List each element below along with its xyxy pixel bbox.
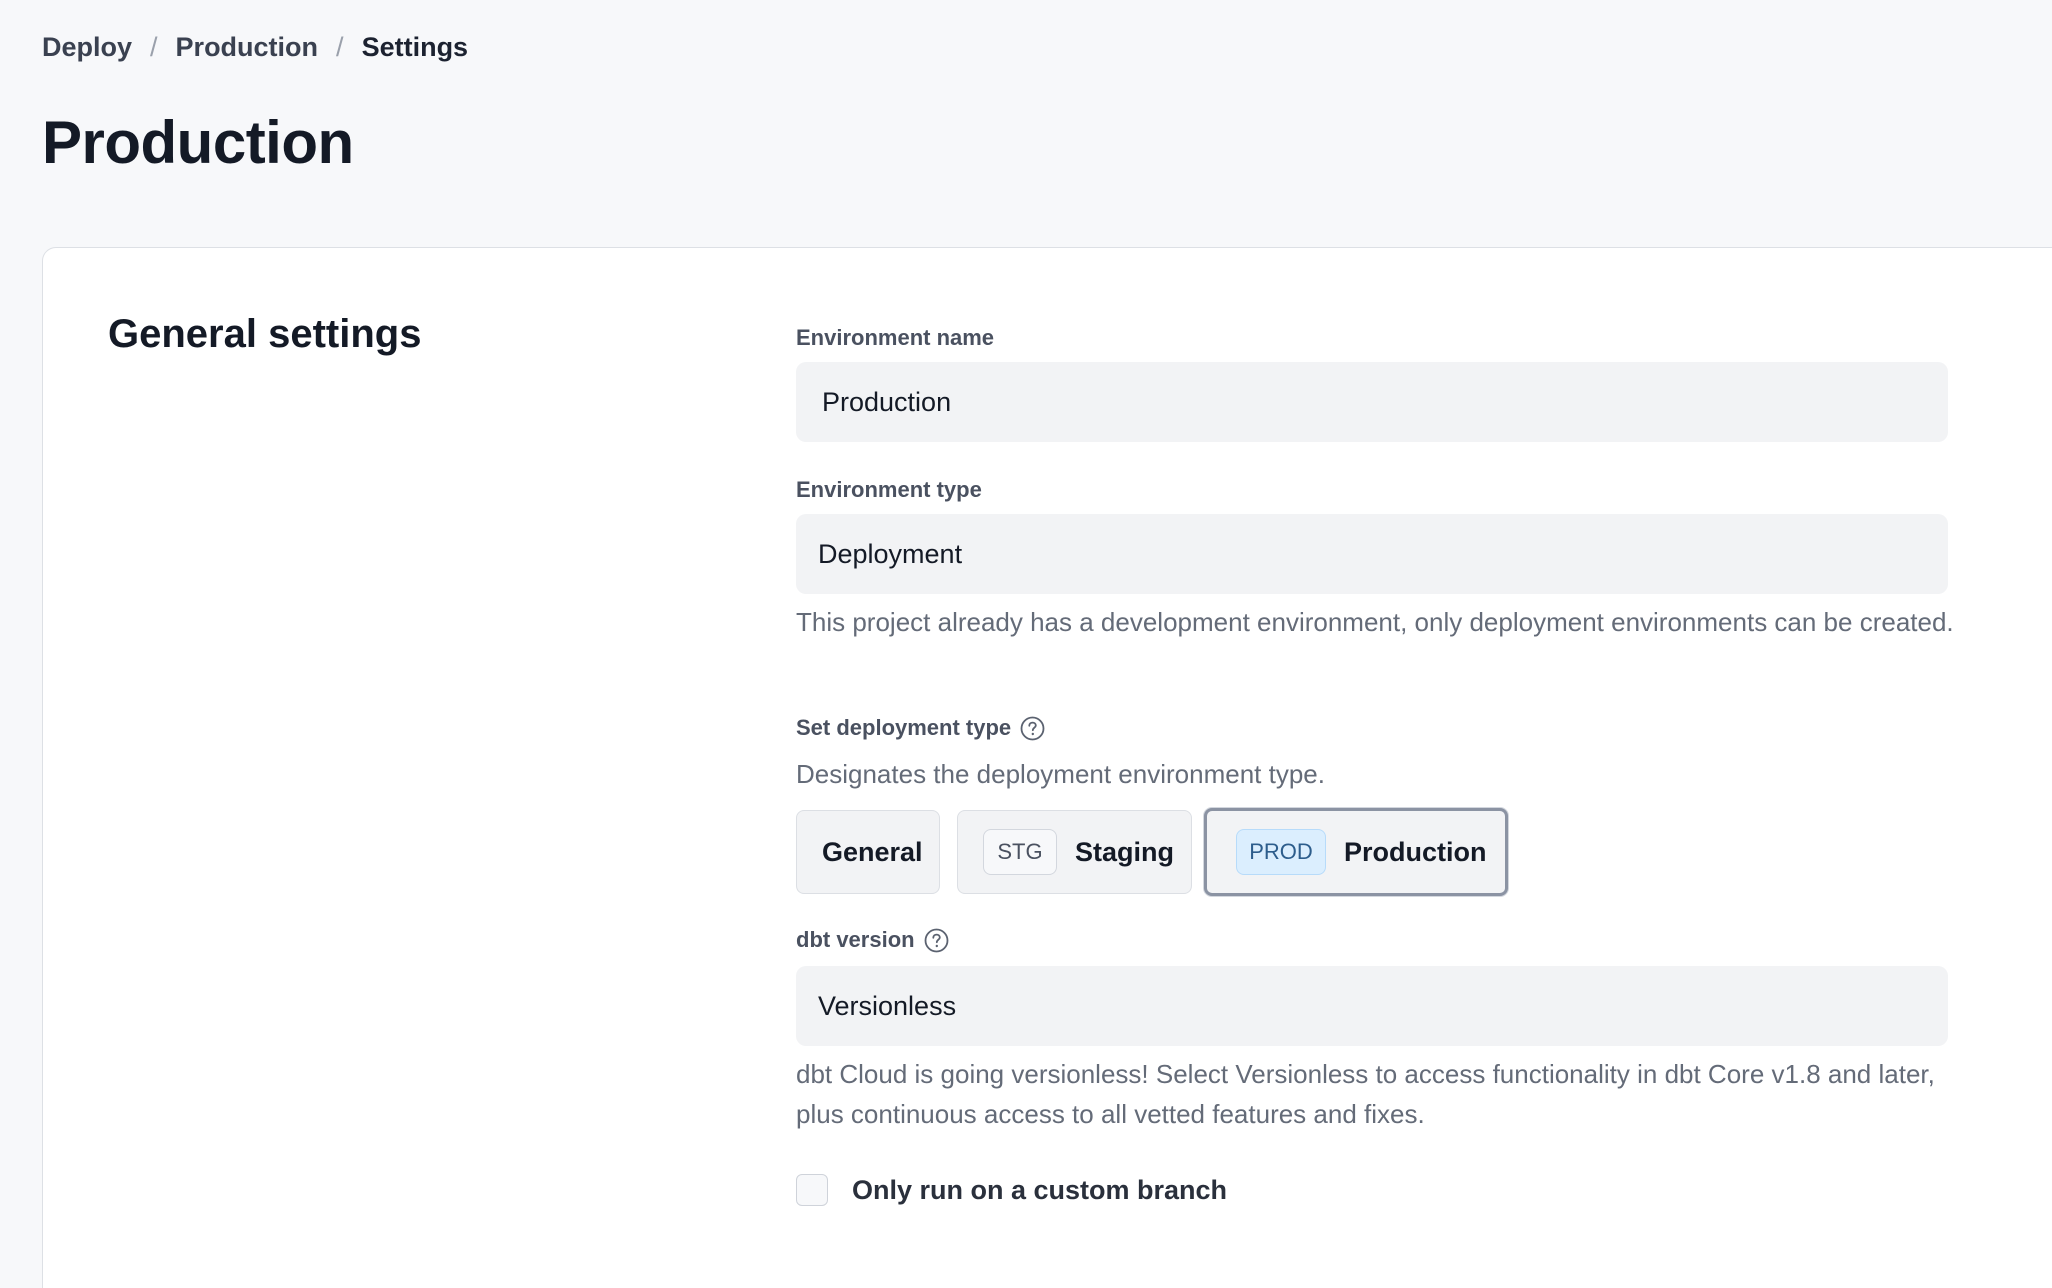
custom-branch-label[interactable]: Only run on a custom branch [852,1174,1227,1206]
staging-badge: STG [983,829,1057,875]
custom-branch-checkbox[interactable] [796,1174,828,1206]
deployment-type-production-button[interactable]: PROD Production [1204,808,1508,896]
page: Deploy / Production / Settings Productio… [0,0,2052,1288]
breadcrumb-settings: Settings [361,32,469,62]
deployment-type-helper: Designates the deployment environment ty… [796,759,1325,789]
section-title: General settings [108,312,422,356]
breadcrumb-separator: / [336,32,344,62]
dbt-version-value: Versionless [818,990,957,1021]
environment-type-value: Deployment [818,538,963,569]
help-circle-icon[interactable] [924,928,949,953]
deployment-type-staging-label: Staging [1075,836,1174,867]
dbt-version-helper: dbt Cloud is going versionless! Select V… [796,1059,1935,1129]
environment-name-value: Production [822,386,952,417]
dbt-version-select[interactable]: Versionless [796,966,1948,1046]
deployment-type-label-row: Set deployment type [796,715,1045,741]
deployment-type-label: Set deployment type [796,715,1012,740]
environment-type-select[interactable]: Deployment [796,514,1948,594]
breadcrumb-production[interactable]: Production [176,32,319,63]
breadcrumb: Deploy / Production / Settings [42,32,468,63]
dbt-version-label: dbt version [796,927,915,952]
deployment-type-production-label: Production [1344,836,1487,867]
environment-name-label: Environment name [796,325,995,350]
page-title: Production [42,109,354,176]
breadcrumb-deploy[interactable]: Deploy [42,32,132,63]
breadcrumb-separator: / [150,32,158,62]
deployment-type-general-label: General [822,836,923,867]
production-badge: PROD [1236,829,1326,875]
deployment-type-staging-button[interactable]: STG Staging [957,810,1192,894]
environment-type-label: Environment type [796,477,982,502]
dbt-version-label-row: dbt version [796,927,949,953]
environment-name-input[interactable]: Production [796,362,1948,442]
environment-type-helper: This project already has a development e… [796,607,1954,637]
deployment-type-general-button[interactable]: General [796,810,940,894]
help-circle-icon[interactable] [1020,716,1045,741]
